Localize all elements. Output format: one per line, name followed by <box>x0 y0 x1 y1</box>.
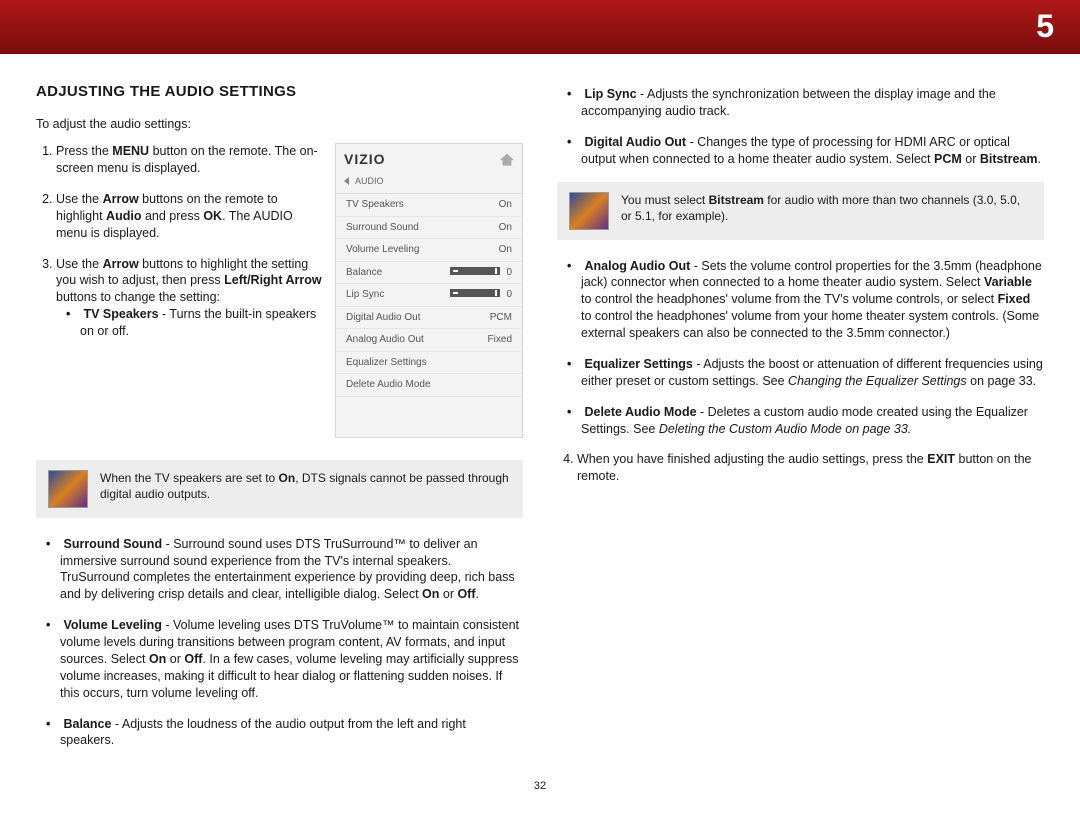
slider-icon <box>450 267 500 275</box>
menu-row-delete-mode: Delete Audio Mode <box>336 374 522 397</box>
right-column: Lip Sync - Adjusts the synchronization b… <box>557 82 1044 763</box>
left-column: ADJUSTING THE AUDIO SETTINGS To adjust t… <box>36 82 523 763</box>
menu-row-lip-sync: Lip Sync0 <box>336 284 522 307</box>
menu-row-tv-speakers: TV SpeakersOn <box>336 194 522 217</box>
setting-volume-leveling: Volume Leveling - Volume leveling uses D… <box>60 617 523 701</box>
chapter-number: 5 <box>1036 5 1054 48</box>
setting-equalizer: Equalizer Settings - Adjusts the boost o… <box>581 356 1044 390</box>
setting-analog-audio-out: Analog Audio Out - Sets the volume contr… <box>581 258 1044 342</box>
slider-icon <box>450 289 500 297</box>
setting-delete-audio-mode: Delete Audio Mode - Deletes a custom aud… <box>581 404 1044 438</box>
settings-list-cont: Surround Sound - Surround sound uses DTS… <box>36 536 523 750</box>
page-number: 32 <box>0 779 1080 794</box>
setting-surround: Surround Sound - Surround sound uses DTS… <box>60 536 523 604</box>
setting-lip-sync: Lip Sync - Adjusts the synchronization b… <box>581 86 1044 120</box>
step-4: When you have finished adjusting the aud… <box>577 451 1044 485</box>
callout-bitstream: You must select Bitstream for audio with… <box>557 182 1044 240</box>
setting-digital-audio-out: Digital Audio Out - Changes the type of … <box>581 134 1044 168</box>
page-content: ADJUSTING THE AUDIO SETTINGS To adjust t… <box>0 54 1080 773</box>
menu-row-equalizer: Equalizer Settings <box>336 352 522 375</box>
menu-row-balance: Balance0 <box>336 262 522 285</box>
section-heading: ADJUSTING THE AUDIO SETTINGS <box>36 82 523 102</box>
setting-balance: Balance - Adjusts the loudness of the au… <box>60 716 523 750</box>
settings-list-right: Lip Sync - Adjusts the synchronization b… <box>557 86 1044 168</box>
menu-row-volume-leveling: Volume LevelingOn <box>336 239 522 262</box>
settings-list-right-2: Analog Audio Out - Sets the volume contr… <box>557 258 1044 438</box>
chapter-header: 5 <box>0 0 1080 54</box>
audio-menu-screenshot: VIZIO AUDIO TV SpeakersOn Surround Sound… <box>335 143 523 438</box>
menu-row-surround: Surround SoundOn <box>336 217 522 240</box>
menu-row-digital-out: Digital Audio OutPCM <box>336 307 522 330</box>
steps-list-end: When you have finished adjusting the aud… <box>557 451 1044 485</box>
home-icon <box>500 154 514 166</box>
back-icon <box>344 177 349 185</box>
intro-text: To adjust the audio settings: <box>36 116 523 133</box>
callout-dts: When the TV speakers are set to On, DTS … <box>36 460 523 518</box>
callout-image-icon <box>48 470 88 508</box>
menu-row-analog-out: Analog Audio OutFixed <box>336 329 522 352</box>
menu-section-label: AUDIO <box>355 175 384 187</box>
callout-image-icon <box>569 192 609 230</box>
menu-brand: VIZIO <box>344 150 386 169</box>
